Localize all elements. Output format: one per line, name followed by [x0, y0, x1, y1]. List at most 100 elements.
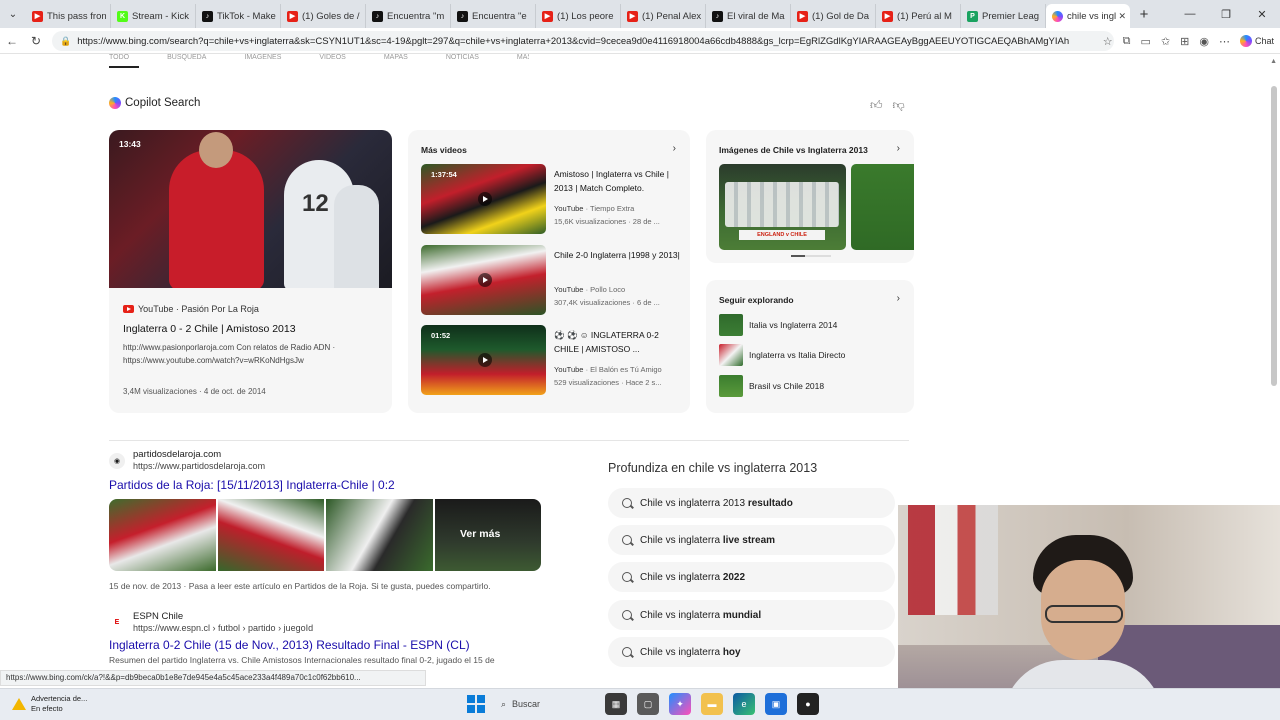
- main-video-thumbnail[interactable]: 12 13:43: [109, 130, 392, 288]
- file-explorer-icon[interactable]: ▬: [701, 693, 723, 715]
- images-card: Imágenes de Chile vs Inglaterra 2013 › E…: [706, 130, 914, 263]
- video-item[interactable]: 01:52 ⚽ ⚽ ☺ INGLATERRA 0-2 CHILE | AMISTO…: [421, 325, 681, 395]
- see-more-link[interactable]: Ver más: [460, 528, 500, 540]
- maximize-icon[interactable]: ❐: [1208, 8, 1244, 21]
- back-icon[interactable]: ←: [0, 34, 24, 48]
- more-videos-heading[interactable]: Más videos: [421, 145, 467, 155]
- result-title[interactable]: Inglaterra 0-2 Chile (15 de Nov., 2013) …: [109, 638, 559, 652]
- edge-browser-icon[interactable]: e: [733, 693, 755, 715]
- video-title[interactable]: ⚽ ⚽ ☺ INGLATERRA 0-2 CHILE | AMISTOSO ..…: [554, 328, 684, 356]
- browser-tab[interactable]: ♪ El viral de Ma: [706, 4, 791, 28]
- tab-title: Encuentra "m: [387, 10, 445, 22]
- browser-tab[interactable]: ♪ Encuentra "m: [366, 4, 451, 28]
- profile-avatar[interactable]: ◉: [1199, 35, 1209, 48]
- video-item[interactable]: 1:37:54 Amistoso | Inglaterra vs Chile | …: [421, 164, 681, 234]
- jersey-number: 12: [302, 190, 329, 217]
- scope-tab[interactable]: VIDEOS: [319, 54, 345, 68]
- main-video-title[interactable]: Inglaterra 0 - 2 Chile | Amistoso 2013: [123, 323, 296, 335]
- weather-warning-widget[interactable]: Advertencia de... En efecto: [12, 694, 87, 714]
- related-search-chip[interactable]: Chile vs inglaterra mundial: [608, 600, 895, 630]
- taskbar-search[interactable]: ⌕ Buscar: [495, 693, 595, 715]
- video-thumbnail[interactable]: 1:37:54: [421, 164, 546, 234]
- tab-title: (1) Penal Alex: [642, 10, 701, 22]
- explore-heading[interactable]: Seguir explorando: [719, 295, 794, 305]
- favorites-icon[interactable]: ✩: [1161, 35, 1170, 48]
- image-banner: ENGLAND v CHILE: [739, 230, 825, 240]
- video-thumbnail[interactable]: [421, 245, 546, 315]
- search-result: ◉ partidosdelaroja.com https://www.parti…: [109, 449, 559, 492]
- scope-tab[interactable]: BÚSQUEDA: [167, 54, 206, 68]
- url-field[interactable]: 🔒 https://www.bing.com/search?q=chile+vs…: [52, 31, 1114, 51]
- result-source[interactable]: E ESPN Chile https://www.espn.cl › futbo…: [109, 611, 559, 634]
- collections-icon[interactable]: ⊞: [1180, 35, 1189, 48]
- favorite-star-icon[interactable]: ☆: [1103, 35, 1113, 48]
- split-screen-icon[interactable]: ▭: [1141, 35, 1151, 48]
- app-icon[interactable]: ●: [797, 693, 819, 715]
- new-tab-button[interactable]: +: [1130, 6, 1158, 23]
- result-image[interactable]: [326, 499, 433, 571]
- browser-tab[interactable]: ▶ (1) Perú al M: [876, 4, 961, 28]
- video-stats: 529 visualizaciones · Hace 2 s...: [554, 378, 662, 387]
- video-title[interactable]: Chile 2-0 Inglaterra |1998 y 2013|: [554, 248, 684, 262]
- chat-label: Chat: [1254, 36, 1274, 46]
- scope-tab[interactable]: MÁS: [517, 54, 529, 68]
- chevron-right-icon[interactable]: ›: [673, 143, 676, 154]
- browser-tab[interactable]: ▶ (1) Los peore: [536, 4, 621, 28]
- tab-favicon-icon: ▶: [32, 10, 43, 22]
- extensions-icon[interactable]: ⧉: [1123, 35, 1131, 48]
- image-thumbnail[interactable]: [851, 164, 914, 250]
- result-title[interactable]: Partidos de la Roja: [15/11/2013] Inglat…: [109, 478, 559, 492]
- browser-tab[interactable]: K Stream - Kick: [111, 4, 196, 28]
- store-icon[interactable]: ▣: [765, 693, 787, 715]
- images-heading[interactable]: Imágenes de Chile vs Inglaterra 2013: [719, 145, 868, 155]
- result-source[interactable]: ◉ partidosdelaroja.com https://www.parti…: [109, 449, 559, 472]
- explore-item[interactable]: Inglaterra vs Italia Directo: [719, 344, 845, 366]
- result-image[interactable]: [217, 499, 324, 571]
- refresh-icon[interactable]: ↻: [24, 34, 48, 48]
- result-image[interactable]: [109, 499, 216, 571]
- video-platform: YouTube: [554, 365, 584, 374]
- related-search-chip[interactable]: Chile vs inglaterra hoy: [608, 637, 895, 667]
- scope-tab[interactable]: NOTICIAS: [446, 54, 479, 68]
- result-site: partidosdelaroja.com: [133, 449, 222, 460]
- copilot-app-icon[interactable]: ✦: [669, 693, 691, 715]
- related-search-chip[interactable]: Chile vs inglaterra 2022: [608, 562, 895, 592]
- video-item[interactable]: Chile 2-0 Inglaterra |1998 y 2013| YouTub…: [421, 245, 681, 315]
- related-search-chip[interactable]: Chile vs inglaterra 2013 resultado: [608, 488, 895, 518]
- browser-tab[interactable]: ▶ (1) Gol de Da: [791, 4, 876, 28]
- windows-start-icon[interactable]: [467, 695, 485, 713]
- browser-tab[interactable]: ▶ (1) Goles de /: [281, 4, 366, 28]
- video-title[interactable]: Amistoso | Inglaterra vs Chile | 2013 | …: [554, 167, 684, 195]
- minimize-icon[interactable]: —: [1172, 8, 1208, 20]
- thumbs-up-icon[interactable]: 👍︎: [870, 98, 883, 113]
- task-view-icon[interactable]: ▢: [637, 693, 659, 715]
- tab-actions-menu-icon[interactable]: ⌄: [0, 0, 26, 28]
- scope-tab[interactable]: MAPAS: [384, 54, 408, 68]
- close-window-icon[interactable]: ✕: [1244, 8, 1280, 21]
- browser-tab[interactable]: ▶ (1) Penal Alex: [621, 4, 706, 28]
- thumbs-down-icon[interactable]: 👎︎: [893, 98, 905, 113]
- explore-label: Italia vs Inglaterra 2014: [749, 320, 838, 330]
- explore-item[interactable]: Italia vs Inglaterra 2014: [719, 314, 837, 336]
- explore-item[interactable]: Brasil vs Chile 2018: [719, 375, 824, 397]
- result-snippet: 15 de nov. de 2013 · Pasa a leer este ar…: [109, 577, 559, 591]
- browser-tab[interactable]: ♪ TikTok - Make: [196, 4, 281, 28]
- browser-tab[interactable]: chile vs ingla ✕: [1046, 4, 1130, 28]
- main-video-card[interactable]: 12 13:43 YouTube · Pasión Por La Roja In…: [109, 130, 392, 413]
- scope-tab[interactable]: IMÁGENES: [244, 54, 281, 68]
- scroll-up-icon[interactable]: ▲: [1270, 58, 1277, 65]
- copilot-chat-button[interactable]: Chat: [1239, 35, 1274, 47]
- browser-tab[interactable]: ♪ Encuentra "e: [451, 4, 536, 28]
- related-search-chip[interactable]: Chile vs inglaterra live stream: [608, 525, 895, 555]
- close-tab-icon[interactable]: ✕: [1118, 11, 1126, 22]
- browser-tab[interactable]: ▶ This pass fron: [26, 4, 111, 28]
- tab-title: El viral de Ma: [727, 10, 785, 22]
- scrollbar-thumb[interactable]: [1271, 86, 1277, 386]
- chevron-right-icon[interactable]: ›: [897, 293, 900, 304]
- widgets-icon[interactable]: ▦: [605, 693, 627, 715]
- browser-tab[interactable]: P Premier Leag: [961, 4, 1046, 28]
- more-icon[interactable]: ⋯: [1219, 35, 1230, 48]
- chevron-right-icon[interactable]: ›: [897, 143, 900, 154]
- image-thumbnail[interactable]: ENGLAND v CHILE: [719, 164, 846, 250]
- video-thumbnail[interactable]: 01:52: [421, 325, 546, 395]
